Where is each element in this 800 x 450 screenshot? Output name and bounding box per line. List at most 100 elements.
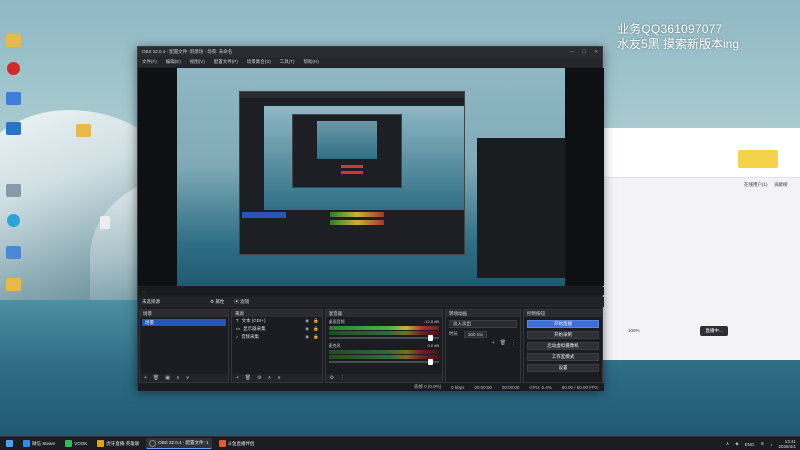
- wifi-icon[interactable]: ≋: [760, 441, 764, 447]
- desktop-icon[interactable]: [0, 92, 26, 105]
- scene-item[interactable]: 场景: [142, 319, 226, 326]
- volume-slider[interactable]: [328, 335, 440, 341]
- taskbar-item[interactable]: 微信 Steam: [20, 438, 58, 449]
- transition-select[interactable]: 淡入淡出: [449, 320, 518, 328]
- studio-mode-button[interactable]: 工作室模式: [527, 353, 599, 361]
- lock-icon[interactable]: 🔒: [313, 325, 319, 333]
- settings-button[interactable]: 设置: [527, 364, 599, 372]
- live-status-button[interactable]: 直播中...: [700, 326, 728, 336]
- menu-help[interactable]: 帮助(H): [304, 59, 319, 65]
- close-icon[interactable]: ✕: [594, 49, 598, 55]
- channel-name: 桌面音频: [328, 319, 345, 324]
- nested-obs-preview: [239, 91, 465, 255]
- volume-meter: [328, 355, 440, 359]
- obs-window[interactable]: OBS 32.0.4 - 配置文件: 新建场 - 场景: 未命名 — ☐ ✕ 文…: [137, 46, 604, 391]
- lock-icon[interactable]: 🔒: [313, 333, 319, 341]
- desktop-icon[interactable]: [92, 216, 118, 229]
- chevron-down-icon[interactable]: ∨: [186, 375, 190, 381]
- desktop-icon[interactable]: [0, 122, 26, 135]
- properties-button[interactable]: ⚙ 属性: [210, 299, 224, 305]
- start-button[interactable]: [3, 438, 16, 449]
- vook-icon: [65, 440, 73, 447]
- app-red-icon: [6, 62, 20, 75]
- nested-preview-2: [317, 121, 377, 159]
- input-language[interactable]: ENG: [745, 442, 755, 447]
- add-icon[interactable]: +: [236, 375, 239, 381]
- more-icon[interactable]: ⋮: [340, 375, 345, 381]
- menu-view[interactable]: 视图(V): [190, 59, 205, 65]
- mixer-footer: ⚙ ⋮: [325, 374, 443, 382]
- source-toolbar: 未选择源 ⚙ 属性 ▣ 滤镜: [138, 297, 604, 307]
- maximize-icon[interactable]: ☐: [582, 49, 586, 55]
- controls-title: 控制按钮: [524, 310, 602, 317]
- lock-icon[interactable]: 🔒: [313, 317, 319, 325]
- source-item[interactable]: ♪ 音频采集 ◉ 🔒: [232, 333, 322, 341]
- minimize-icon[interactable]: —: [570, 49, 575, 55]
- desktop-icon[interactable]: [0, 34, 26, 47]
- volume-slider[interactable]: [328, 359, 440, 365]
- start-streaming-button[interactable]: 开始直播: [527, 320, 599, 328]
- gear-icon[interactable]: ⚙: [257, 375, 261, 381]
- taskbar-label: VOOK: [74, 441, 88, 446]
- trash-icon[interactable]: 🗑: [245, 375, 251, 381]
- filters-button[interactable]: ▣ 滤镜: [234, 299, 249, 305]
- no-source-label: 未选择源: [142, 299, 160, 304]
- chevron-up-icon[interactable]: ∧: [268, 375, 272, 381]
- desktop-icon[interactable]: [0, 278, 26, 291]
- douyu-icon: [218, 440, 226, 447]
- trash-icon[interactable]: 🗑: [500, 340, 506, 346]
- menu-file[interactable]: 文件(F): [142, 59, 157, 65]
- add-icon[interactable]: +: [492, 340, 495, 346]
- properties-label: 属性: [215, 299, 225, 304]
- mixer-channel: 桌面音频 -12.8 dB: [326, 317, 442, 341]
- channel-name: 麦克风: [328, 343, 341, 348]
- start-recording-button[interactable]: 开始录制: [527, 331, 599, 339]
- duration-row: 时长 300 ms: [446, 331, 520, 338]
- tab-online-users[interactable]: 在线用户(1): [744, 182, 768, 188]
- taskbar-item[interactable]: 斗鱼直播伴侣: [216, 438, 258, 449]
- nested-meter: [341, 171, 363, 174]
- source-label: 显示器采集: [243, 326, 266, 331]
- desktop-icon[interactable]: [0, 246, 26, 259]
- menu-scene-collection[interactable]: 场景集合(S): [247, 59, 271, 65]
- duration-input[interactable]: 300 ms: [464, 331, 487, 338]
- desktop-icon[interactable]: [0, 184, 26, 197]
- menu-tools[interactable]: 工具(T): [280, 59, 295, 65]
- taskbar-item[interactable]: 虎牙直播-英雄联: [94, 438, 142, 449]
- source-item[interactable]: T 文本 (GDI+) ◉ 🔒: [232, 317, 322, 325]
- taskbar-item[interactable]: VOOK: [62, 438, 90, 449]
- speaker-icon[interactable]: ♪: [770, 442, 772, 447]
- scenes-footer: + 🗑 ▣ ∧ ∨: [140, 374, 228, 382]
- chevron-down-icon[interactable]: ∨: [277, 375, 281, 381]
- tab-contributions[interactable]: 贡献榜: [774, 182, 788, 188]
- menu-edit[interactable]: 编辑(E): [166, 59, 181, 65]
- filter-icon[interactable]: ▣: [165, 375, 170, 381]
- cpu-usage: CPU: 0.4%: [529, 384, 552, 390]
- program-preview[interactable]: [177, 68, 565, 286]
- gear-icon[interactable]: ⚙: [330, 375, 334, 381]
- more-icon[interactable]: ⋮: [511, 340, 516, 346]
- source-label: 文本 (GDI+): [241, 318, 266, 323]
- desktop-icon[interactable]: [70, 124, 96, 137]
- add-icon[interactable]: +: [144, 375, 147, 381]
- edge-icon: [6, 214, 20, 227]
- windows-icon: [6, 440, 13, 447]
- eye-icon[interactable]: ◉: [305, 333, 309, 341]
- system-tray: ∧ ◈ ENG ≋ ♪ 13:41 2026/4/1: [726, 437, 796, 450]
- virtual-camera-button[interactable]: 启动虚拟摄像机: [527, 342, 599, 350]
- eye-icon[interactable]: ◉: [305, 325, 309, 333]
- network-icon[interactable]: ◈: [735, 441, 738, 447]
- eye-icon[interactable]: ◉: [305, 317, 309, 325]
- source-item[interactable]: ▭ 显示器采集 ◉ 🔒: [232, 325, 322, 333]
- taskbar-item[interactable]: OBS 32.0.4 - 配置文件: 1: [146, 438, 212, 449]
- clock[interactable]: 13:41 2026/4/1: [778, 439, 796, 449]
- bitrate: 0 kbps: [451, 384, 465, 390]
- menu-profile[interactable]: 配置文件(P): [214, 59, 238, 65]
- obs-statusbar: 丢帧 0 (0.0%) 0 kbps 00:00:00 00:00:00 CPU…: [138, 383, 604, 391]
- trash-icon[interactable]: 🗑: [153, 375, 159, 381]
- desktop-icon[interactable]: [0, 62, 26, 75]
- chevron-up-icon[interactable]: ∧: [726, 441, 729, 447]
- chevron-up-icon[interactable]: ∧: [176, 375, 180, 381]
- desktop-icon[interactable]: [0, 214, 26, 227]
- scenes-title: 场景: [140, 310, 228, 317]
